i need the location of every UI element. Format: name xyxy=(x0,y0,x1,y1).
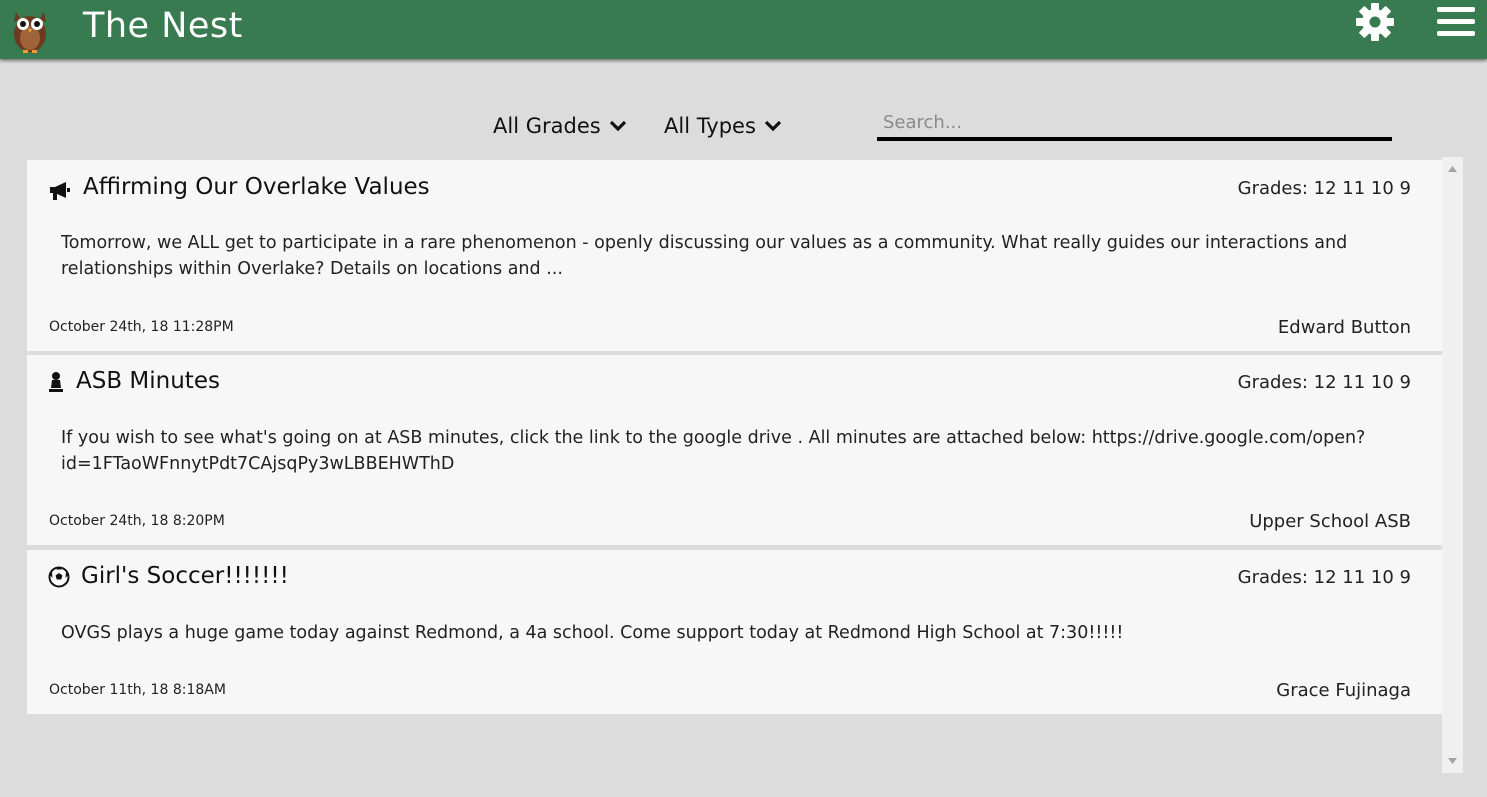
app-header: The Nest xyxy=(0,0,1487,59)
announcement-date: October 24th, 18 8:20PM xyxy=(49,513,225,529)
scroll-up-arrow-icon[interactable] xyxy=(1448,166,1457,172)
announcement-card[interactable]: Affirming Our Overlake Values Grades: 12… xyxy=(27,160,1442,351)
announcement-title: Girl's Soccer!!!!!!! xyxy=(81,563,289,589)
types-filter-label: All Types xyxy=(664,114,756,138)
hamburger-menu-icon[interactable] xyxy=(1437,5,1475,39)
types-filter-dropdown[interactable]: All Types xyxy=(664,114,782,138)
soccer-ball-icon xyxy=(48,566,70,588)
announcement-body: If you wish to see what's going on at AS… xyxy=(61,428,1366,474)
announcement-feed: Affirming Our Overlake Values Grades: 12… xyxy=(27,157,1442,769)
announcement-title: ASB Minutes xyxy=(76,368,220,394)
chevron-down-icon xyxy=(609,120,626,132)
announcement-grades: Grades: 12 11 10 9 xyxy=(1237,372,1411,393)
announcement-date: October 24th, 18 11:28PM xyxy=(49,319,234,335)
scroll-down-arrow-icon[interactable] xyxy=(1448,758,1457,764)
chess-pawn-icon xyxy=(49,372,63,392)
search-input[interactable] xyxy=(877,108,1392,141)
announcement-card[interactable]: ASB Minutes Grades: 12 11 10 9 If you wi… xyxy=(27,355,1442,545)
app-title: The Nest xyxy=(83,6,243,46)
announcement-author: Grace Fujinaga xyxy=(1276,680,1411,701)
feed-scrollbar[interactable] xyxy=(1442,157,1463,773)
grades-filter-dropdown[interactable]: All Grades xyxy=(493,114,627,138)
chevron-down-icon xyxy=(764,120,782,132)
announcement-date: October 11th, 18 8:18AM xyxy=(49,682,226,698)
announcement-grades: Grades: 12 11 10 9 xyxy=(1237,178,1411,199)
announcement-grades: Grades: 12 11 10 9 xyxy=(1237,567,1411,588)
megaphone-icon xyxy=(50,182,70,200)
announcement-author: Upper School ASB xyxy=(1249,511,1411,532)
owl-icon[interactable] xyxy=(10,4,50,54)
announcement-card[interactable]: Girl's Soccer!!!!!!! Grades: 12 11 10 9 … xyxy=(27,550,1442,714)
filter-bar: All Grades All Types xyxy=(0,108,1487,148)
grades-filter-label: All Grades xyxy=(493,114,601,138)
gear-icon[interactable] xyxy=(1355,2,1395,42)
announcement-body: OVGS plays a huge game today against Red… xyxy=(61,623,1124,643)
announcement-title: Affirming Our Overlake Values xyxy=(83,174,430,200)
announcement-author: Edward Button xyxy=(1277,317,1411,338)
announcement-body: Tomorrow, we ALL get to participate in a… xyxy=(61,233,1348,279)
